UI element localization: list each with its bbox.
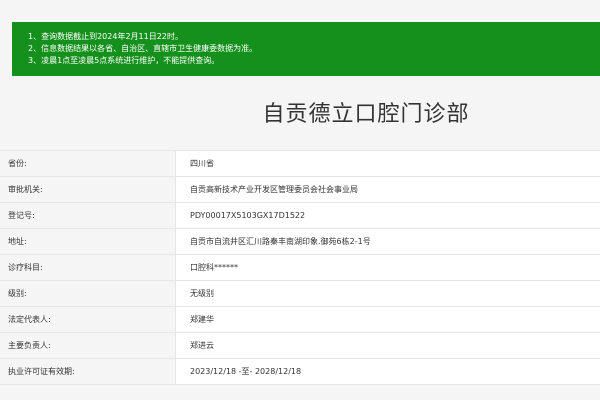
row-label: 级别: (0, 281, 176, 306)
row-value: 郑进云 (190, 341, 214, 350)
info-table: 省份: 四川省 审批机关: 自贡高新技术产业开发区管理委员会社会事业局 登记号:… (0, 150, 600, 385)
notice-banner: 1、查询数据截止到2024年2月11日22时。 2、信息数据结果以各省、自治区、… (12, 22, 600, 76)
table-row-legal-representative: 法定代表人: 郑建华 (0, 307, 600, 333)
row-label: 登记号: (0, 203, 176, 228)
table-row-treatment-subjects: 诊疗科目: 口腔科****** (0, 255, 600, 281)
row-value: 自贡市自流井区汇川路秦丰南湖印象.御苑6栋2-1号 (190, 237, 371, 246)
table-row-registration-number: 登记号: PDY00017X5103GX17D1522 (0, 203, 600, 229)
row-value: 口腔科****** (190, 263, 238, 272)
row-value: PDY00017X5103GX17D1522 (190, 211, 306, 220)
page-title: 自贡德立口腔门诊部 (262, 102, 470, 127)
row-label: 执业许可证有效期: (0, 359, 176, 384)
table-row-license-validity: 执业许可证有效期: 2023/12/18 -至- 2028/12/18 (0, 359, 600, 385)
row-value: 自贡高新技术产业开发区管理委员会社会事业局 (190, 185, 358, 194)
table-row-approval-authority: 审批机关: 自贡高新技术产业开发区管理委员会社会事业局 (0, 177, 600, 203)
row-value: 2023/12/18 -至- 2028/12/18 (190, 367, 302, 376)
row-label: 省份: (0, 151, 176, 176)
row-label: 诊疗科目: (0, 255, 176, 280)
notice-line-2: 2、信息数据结果以各省、自治区、直辖市卫生健康委数据为准。 (28, 44, 258, 53)
row-label: 审批机关: (0, 177, 176, 202)
table-row-level: 级别: 无级别 (0, 281, 600, 307)
table-row-address: 地址: 自贡市自流井区汇川路秦丰南湖印象.御苑6栋2-1号 (0, 229, 600, 255)
row-value: 无级别 (190, 289, 214, 298)
row-value: 四川省 (190, 159, 214, 168)
row-label: 主要负责人: (0, 333, 176, 358)
row-value: 郑建华 (190, 315, 214, 324)
row-label: 地址: (0, 229, 176, 254)
table-row-province: 省份: 四川省 (0, 151, 600, 177)
notice-line-3: 3、凌晨1点至凌晨5点系统进行维护，不能提供查询。 (28, 56, 220, 65)
table-row-principal: 主要负责人: 郑进云 (0, 333, 600, 359)
notice-line-1: 1、查询数据截止到2024年2月11日22时。 (28, 32, 183, 41)
row-label: 法定代表人: (0, 307, 176, 332)
page: 1、查询数据截止到2024年2月11日22时。 2、信息数据结果以各省、自治区、… (0, 0, 600, 400)
